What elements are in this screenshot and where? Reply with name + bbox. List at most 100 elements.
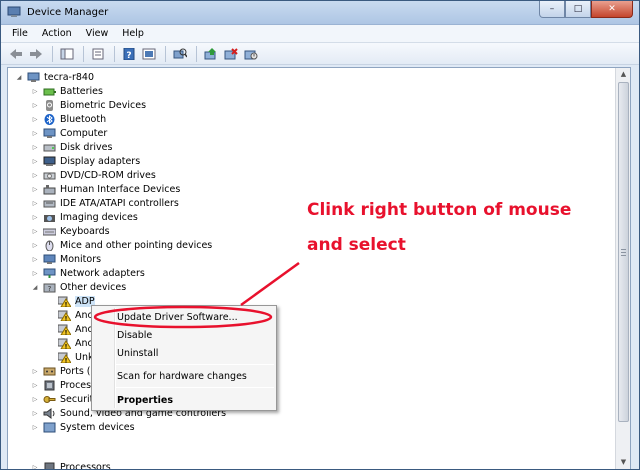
warning-device-icon: ! [58,352,71,363]
menu-separator [116,387,274,388]
tree-item-security[interactable]: ▷ Security [30,392,99,406]
expand-icon[interactable]: ▷ [30,128,40,138]
tree-item-anc-device[interactable]: ! Anc [58,322,93,336]
forward-icon[interactable] [27,46,45,62]
svg-text:?: ? [126,51,131,60]
tree-item-display-adapters[interactable]: ▷ Display adapters [30,154,140,168]
scroll-down-icon[interactable]: ▼ [618,458,629,469]
window-title: Device Manager [27,7,109,18]
key-icon [43,394,56,405]
speaker-icon [43,407,56,419]
expand-icon[interactable]: ▷ [30,226,40,236]
warning-device-icon: ! [58,310,71,321]
menu-file[interactable]: File [5,28,35,39]
tree-item-anc-device[interactable]: ! Anc [58,308,93,322]
collapse-icon[interactable]: ◢ [14,72,24,82]
expand-icon[interactable]: ▷ [30,156,40,166]
disable-icon[interactable] [242,46,260,62]
expand-icon[interactable]: ▷ [30,366,40,376]
dvd-drive-icon [43,170,56,181]
monitor-icon [43,254,56,265]
warning-device-icon: ! [58,296,71,307]
other-devices-icon: ? [43,282,56,293]
expand-icon[interactable]: ▷ [30,240,40,250]
svg-text:!: ! [65,301,68,307]
tree-item-ide-ata-atapi-controllers[interactable]: ▷ IDE ATA/ATAPI controllers [30,196,179,210]
expand-icon[interactable]: ▷ [30,422,40,432]
properties-icon[interactable] [89,46,107,62]
scan-hardware-icon[interactable] [171,46,189,62]
scroll-up-icon[interactable]: ▲ [618,70,629,81]
update-driver-icon[interactable] [202,46,220,62]
expand-icon[interactable]: ▷ [30,254,40,264]
menu-action[interactable]: Action [35,28,79,39]
tree-item-processors-bottom[interactable]: ▷ Processors [30,460,111,470]
tree-root[interactable]: ◢ tecra-r840 [14,70,94,84]
tree-item-ports[interactable]: ▷ Ports (C [30,364,97,378]
menu-help[interactable]: Help [115,28,151,39]
expand-icon[interactable]: ▷ [30,462,40,470]
menu-item-properties[interactable]: Properties [117,393,173,408]
collapse-icon[interactable]: ◢ [30,282,40,292]
menu-item-disable[interactable]: Disable [117,328,152,343]
tree-item-adp-device[interactable]: ! ADP [58,294,95,308]
close-button[interactable]: ✕ [591,1,633,18]
menu-view[interactable]: View [79,28,116,39]
fingerprint-icon [43,99,56,111]
view-icon[interactable] [140,46,158,62]
scrollbar-thumb[interactable] [618,82,629,422]
tree-item-unknown-device[interactable]: ! Unk [58,350,93,364]
expand-icon[interactable]: ▷ [30,114,40,124]
vertical-scrollbar[interactable]: ▲ ▼ [615,68,630,469]
tree-item-processors[interactable]: ▷ Process [30,378,96,392]
menu-item-scan-hardware[interactable]: Scan for hardware changes [117,369,247,384]
tree-item-dvd-cd-rom-drives[interactable]: ▷ DVD/CD-ROM drives [30,168,156,182]
expand-icon[interactable]: ▷ [30,100,40,110]
expand-icon[interactable]: ▷ [30,212,40,222]
tree-item-bluetooth[interactable]: ▷ Bluetooth [30,112,106,126]
tree-item-computer[interactable]: ▷ Computer [30,126,108,140]
expand-icon[interactable]: ▷ [30,142,40,152]
menu-item-update-driver[interactable]: Update Driver Software... [117,310,238,325]
title-bar[interactable]: Device Manager – □ ✕ [1,1,639,25]
tree-item-other-devices[interactable]: ◢? Other devices [30,280,126,294]
expand-icon[interactable]: ▷ [30,268,40,278]
tree-item-system-devices[interactable]: ▷ System devices [30,420,135,434]
tree-item-mice[interactable]: ▷ Mice and other pointing devices [30,238,212,252]
expand-icon[interactable]: ▷ [30,184,40,194]
tree-item-batteries[interactable]: ▷ Batteries [30,84,103,98]
tree-item-monitors[interactable]: ▷ Monitors [30,252,101,266]
system-device-icon [43,422,56,433]
bluetooth-icon [43,113,56,125]
tree-item-imaging-devices[interactable]: ▷ Imaging devices [30,210,138,224]
menu-item-uninstall[interactable]: Uninstall [117,346,158,361]
tree-item-biometric-devices[interactable]: ▷ Biometric Devices [30,98,146,112]
tree-item-disk-drives[interactable]: ▷ Disk drives [30,140,113,154]
processor-icon [43,462,56,469]
camera-icon [43,212,56,223]
expand-icon[interactable]: ▷ [30,198,40,208]
maximize-button[interactable]: □ [565,1,591,18]
minimize-button[interactable]: – [539,1,565,18]
battery-icon [43,86,56,97]
hid-icon [43,184,56,195]
computer-icon [43,128,56,139]
port-icon [43,366,56,377]
tree-item-anc-device[interactable]: ! Anc [58,336,93,350]
device-manager-window: Device Manager – □ ✕ File Action View He… [0,0,640,470]
expand-icon[interactable]: ▷ [30,394,40,404]
tree-item-human-interface-devices[interactable]: ▷ Human Interface Devices [30,182,181,196]
console-tree-icon[interactable] [58,46,76,62]
expand-icon[interactable]: ▷ [30,170,40,180]
svg-text:?: ? [48,285,52,293]
uninstall-icon[interactable] [222,46,240,62]
tree-item-keyboards[interactable]: ▷ Keyboards [30,224,110,238]
expand-icon[interactable]: ▷ [30,380,40,390]
svg-text:!: ! [65,315,68,321]
svg-text:!: ! [65,343,68,349]
expand-icon[interactable]: ▷ [30,408,40,418]
tree-item-network-adapters[interactable]: ▷ Network adapters [30,266,145,280]
expand-icon[interactable]: ▷ [30,86,40,96]
help-icon[interactable]: ? [120,46,138,62]
back-icon[interactable] [7,46,25,62]
